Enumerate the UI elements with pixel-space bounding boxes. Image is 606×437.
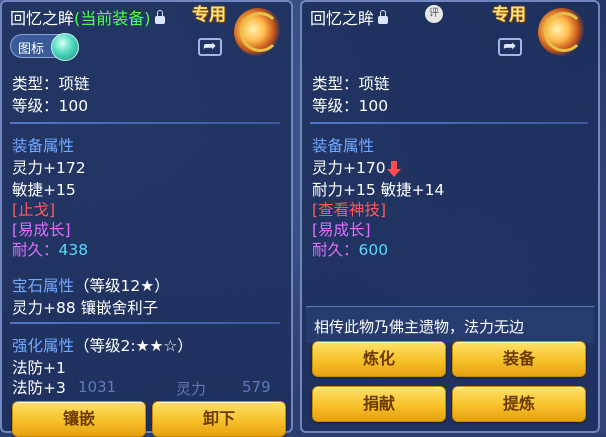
item-title: 回忆之眸 bbox=[310, 5, 389, 29]
item-icon bbox=[234, 8, 282, 56]
lock-icon[interactable] bbox=[154, 9, 165, 24]
attr-line-1: 灵力+170 bbox=[312, 159, 386, 177]
durability-label: 耐久： bbox=[312, 241, 359, 259]
extract-button[interactable]: 提炼 bbox=[452, 386, 586, 422]
attr-line-1: 灵力+172 bbox=[12, 159, 86, 177]
skill-tag[interactable]: [止戈] bbox=[12, 198, 55, 220]
durability-label: 耐久： bbox=[12, 241, 59, 259]
attr-line-1-row: 灵力+170 bbox=[312, 156, 401, 178]
bg-number-2: 579 bbox=[242, 378, 271, 396]
item-name: 回忆之眸 bbox=[310, 9, 375, 28]
divider bbox=[10, 322, 280, 324]
share-icon[interactable] bbox=[498, 36, 522, 56]
attr-section-title: 装备属性 bbox=[312, 137, 375, 155]
icon-toggle-switch[interactable]: 图标 bbox=[10, 33, 79, 61]
item-type: 类型：项链 bbox=[12, 75, 90, 93]
durability-value: 600 bbox=[358, 241, 389, 259]
gem-section-title: 宝石属性 bbox=[12, 277, 75, 295]
equip-button[interactable]: 装备 bbox=[452, 341, 586, 377]
lock-icon[interactable] bbox=[378, 9, 389, 24]
current-equipment-panel: 回忆之眸(当前装备) 专用 图标 类型：项链 等级：100 装备属性 灵力+17… bbox=[0, 0, 293, 437]
gem-line: 灵力+88 镶嵌舍利子 bbox=[12, 299, 159, 317]
bg-spirit-label: 灵力 bbox=[176, 380, 207, 398]
rating-badge-icon[interactable]: 评 bbox=[425, 5, 443, 23]
exclusive-label: 专用 bbox=[192, 5, 226, 25]
growth-tag[interactable]: [易成长] bbox=[312, 218, 371, 240]
gem-level: （等级12★） bbox=[74, 277, 170, 295]
item-icon bbox=[538, 8, 586, 56]
durability-value: 438 bbox=[58, 241, 89, 259]
current-equipped-label: (当前装备) bbox=[74, 9, 151, 28]
icon-toggle-label: 图标 bbox=[18, 42, 45, 57]
durability-row: 耐久：438 bbox=[12, 238, 88, 260]
toggle-knob-icon bbox=[51, 33, 79, 61]
durability-row: 耐久：600 bbox=[312, 238, 388, 260]
donate-button[interactable]: 捐献 bbox=[312, 386, 446, 422]
inlay-button[interactable]: 镶嵌 bbox=[12, 401, 146, 437]
refine-button[interactable]: 炼化 bbox=[312, 341, 446, 377]
attr-section-title: 装备属性 bbox=[12, 137, 75, 155]
item-type: 类型：项链 bbox=[312, 75, 390, 93]
item-title: 回忆之眸(当前装备) bbox=[10, 5, 165, 29]
enhance-section-title: 强化属性 bbox=[12, 337, 75, 355]
item-level: 等级：100 bbox=[12, 97, 89, 115]
bg-number-1: 1031 bbox=[78, 378, 117, 396]
exclusive-label: 专用 bbox=[492, 5, 526, 25]
item-description: 相传此物乃佛主遗物，法力无边 bbox=[314, 318, 525, 336]
decrease-arrow-icon bbox=[386, 161, 401, 177]
share-icon[interactable] bbox=[198, 36, 222, 56]
gem-section: 宝石属性（等级12★） bbox=[12, 274, 170, 296]
compare-equipment-panel: 回忆之眸 评 专用 类型：项链 等级：100 装备属性 灵力+170 耐力+15… bbox=[300, 0, 600, 433]
divider bbox=[10, 122, 280, 124]
enhance-line-1: 法防+1 bbox=[12, 359, 66, 377]
enhance-level: （等级2:★★☆） bbox=[74, 337, 193, 355]
enhance-line-2: 法防+3 bbox=[12, 379, 66, 397]
unequip-button[interactable]: 卸下 bbox=[152, 401, 286, 437]
view-skill-tag[interactable]: [查看神技] bbox=[312, 198, 386, 220]
divider bbox=[310, 122, 588, 124]
attr-line-2: 耐力+15 敏捷+14 bbox=[312, 181, 445, 199]
item-level: 等级：100 bbox=[312, 97, 389, 115]
enhance-section: 强化属性（等级2:★★☆） bbox=[12, 334, 193, 356]
item-name: 回忆之眸 bbox=[10, 9, 75, 28]
growth-tag[interactable]: [易成长] bbox=[12, 218, 71, 240]
attr-line-2: 敏捷+15 bbox=[12, 181, 76, 199]
